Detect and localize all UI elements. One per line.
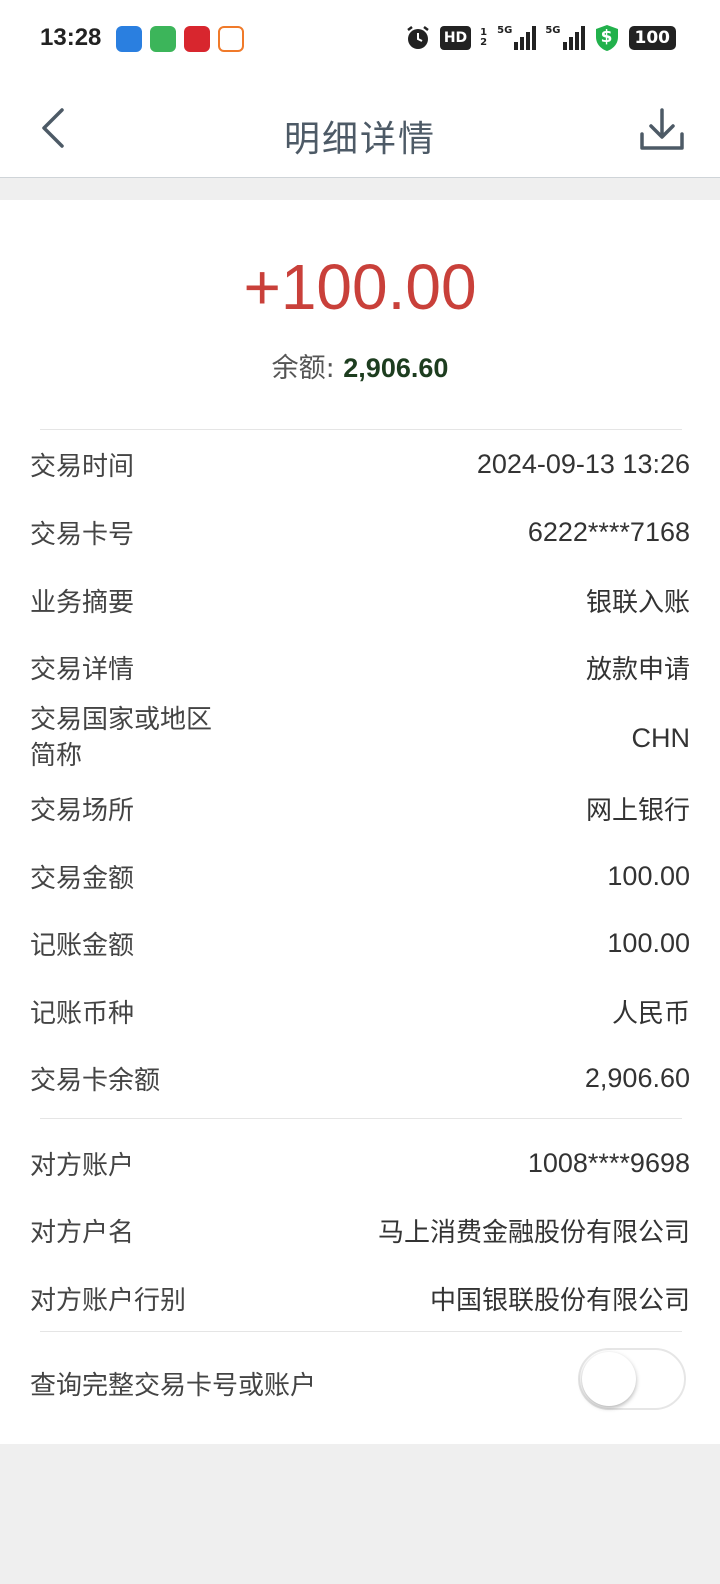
detail-value: 1008****9698 bbox=[527, 1147, 690, 1178]
detail-label: 对方账户行别 bbox=[30, 1285, 187, 1316]
signal-2: 5G bbox=[545, 25, 585, 50]
download-icon[interactable] bbox=[638, 106, 686, 154]
detail-row-posted-amount: 记账金额 100.00 bbox=[30, 925, 690, 961]
detail-value: 银联入账 bbox=[585, 587, 690, 618]
transaction-amount: +100.00 bbox=[243, 251, 477, 323]
detail-label: 交易场所 bbox=[30, 795, 135, 826]
detail-value: 100.00 bbox=[607, 927, 690, 958]
signal-bars-icon bbox=[562, 26, 585, 50]
detail-value: 马上消费金融股份有限公司 bbox=[377, 1217, 690, 1248]
orange-app-icon bbox=[218, 26, 244, 52]
detail-row-transaction-amount: 交易金额 100.00 bbox=[30, 858, 690, 894]
signal-1: 5G bbox=[497, 25, 537, 50]
toggle-knob[interactable] bbox=[582, 1352, 636, 1406]
detail-row-currency: 记账币种 人民币 bbox=[30, 993, 690, 1029]
balance-label: 余额: bbox=[271, 353, 344, 384]
detail-value: CHN bbox=[631, 722, 691, 753]
detail-label: 记账金额 bbox=[30, 930, 135, 961]
divider bbox=[40, 1118, 682, 1119]
detail-row-card-number: 交易卡号 6222****7168 bbox=[30, 514, 690, 550]
detail-value: 中国银联股份有限公司 bbox=[429, 1285, 690, 1316]
network-label-1: 5G bbox=[497, 25, 513, 36]
detail-row-counterparty-account: 对方账户 1008****9698 bbox=[30, 1145, 690, 1181]
full-number-toggle[interactable] bbox=[578, 1348, 686, 1410]
detail-row-counterparty-name: 对方户名 马上消费金融股份有限公司 bbox=[30, 1212, 690, 1248]
notification-icons bbox=[116, 26, 244, 52]
detail-row-transaction-time: 交易时间 2024-09-13 13:26 bbox=[30, 446, 690, 482]
detail-label: 交易时间 bbox=[30, 451, 135, 482]
detail-row-location: 交易场所 网上银行 bbox=[30, 790, 690, 826]
green-chat-icon bbox=[150, 26, 176, 52]
hd-badge: HD bbox=[439, 26, 472, 50]
detail-row-counterparty-bank: 对方账户行别 中国银联股份有限公司 bbox=[30, 1280, 690, 1316]
battery-icon: 100 bbox=[628, 26, 676, 50]
detail-row-card-balance: 交易卡余额 2,906.60 bbox=[30, 1060, 690, 1096]
hd-sub: 1 2 bbox=[480, 27, 488, 48]
balance-line: 余额: 2,906.60 bbox=[0, 346, 720, 385]
blue-app-icon bbox=[116, 26, 142, 52]
detail-label: 交易卡号 bbox=[30, 519, 135, 550]
alarm-icon bbox=[407, 26, 429, 49]
transaction-detail-card: +100.00 余额: 2,906.60 交易时间 2024-09-13 13:… bbox=[0, 200, 720, 1444]
shield-symbol: $ bbox=[600, 27, 613, 47]
status-indicators: HD 1 2 5G 5G $ 100 bbox=[405, 24, 676, 52]
detail-value: 2,906.60 bbox=[584, 1062, 690, 1093]
detail-row-country: 交易国家或地区简称 CHN bbox=[30, 702, 690, 774]
red-app-icon bbox=[184, 26, 210, 52]
status-bar: 13:28 HD 1 2 5G 5G $ 100 bbox=[0, 0, 720, 80]
detail-label: 交易国家或地区简称 bbox=[30, 705, 213, 771]
detail-value: 人民币 bbox=[611, 998, 690, 1029]
detail-row-summary: 业务摘要 银联入账 bbox=[30, 582, 690, 618]
nav-bar: 明细详情 bbox=[0, 80, 720, 178]
detail-label: 记账币种 bbox=[30, 998, 135, 1029]
detail-label: 交易卡余额 bbox=[30, 1065, 161, 1096]
detail-value: 100.00 bbox=[607, 860, 690, 891]
detail-label: 对方户名 bbox=[30, 1217, 135, 1248]
signal-bars-icon bbox=[514, 26, 537, 50]
detail-label: 业务摘要 bbox=[30, 587, 135, 618]
divider bbox=[40, 1331, 682, 1332]
detail-label: 对方账户 bbox=[30, 1150, 135, 1181]
toggle-label: 查询完整交易卡号或账户 bbox=[30, 1370, 317, 1401]
detail-value: 放款申请 bbox=[585, 654, 690, 685]
detail-value: 网上银行 bbox=[585, 795, 690, 826]
status-time: 13:28 bbox=[40, 24, 102, 51]
detail-value: 2024-09-13 13:26 bbox=[476, 448, 690, 479]
detail-value: 6222****7168 bbox=[527, 516, 690, 547]
balance-value: 2,906.60 bbox=[343, 353, 449, 383]
divider bbox=[40, 429, 682, 430]
security-shield-icon: $ bbox=[594, 24, 620, 52]
detail-label: 交易金额 bbox=[30, 863, 135, 894]
page-title: 明细详情 bbox=[283, 119, 436, 160]
network-label-2: 5G bbox=[545, 25, 561, 36]
detail-row-description: 交易详情 放款申请 bbox=[30, 649, 690, 685]
detail-label: 交易详情 bbox=[30, 654, 135, 685]
